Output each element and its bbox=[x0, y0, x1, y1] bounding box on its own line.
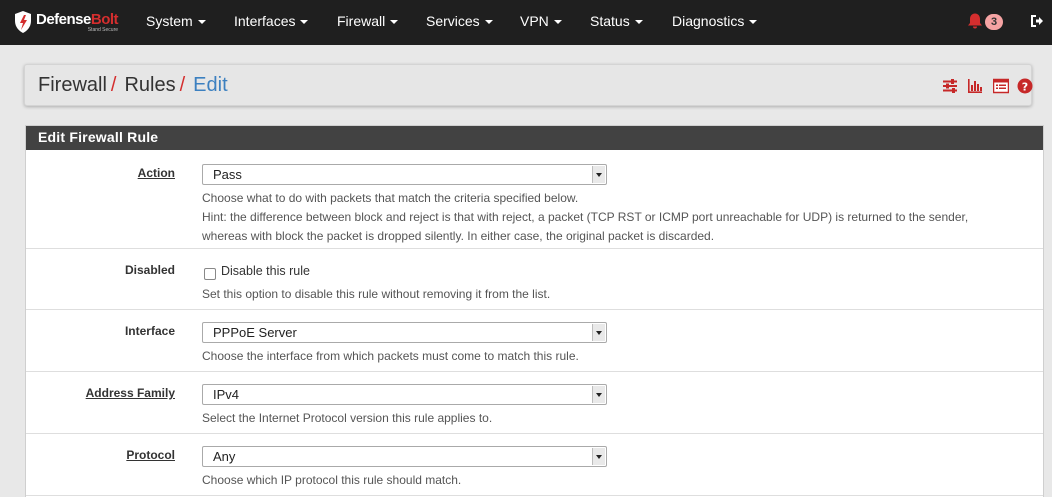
disable-rule-checkbox-label[interactable]: Disable this rule bbox=[221, 264, 310, 278]
nav-menu-services[interactable]: Services bbox=[426, 0, 493, 45]
nav-menu-label: Services bbox=[426, 13, 480, 29]
sliders-icon[interactable] bbox=[942, 78, 958, 94]
dropdown-arrow-icon bbox=[592, 386, 605, 403]
disabled-row: Disabled Disable this rule Set this opti… bbox=[26, 249, 1043, 310]
bell-icon[interactable] bbox=[966, 12, 984, 30]
dropdown-arrow-icon bbox=[592, 166, 605, 183]
interface-row: Interface PPPoE Server Choose the interf… bbox=[26, 310, 1043, 372]
notification-badge[interactable]: 3 bbox=[985, 14, 1003, 30]
nav-menu-status[interactable]: Status bbox=[590, 0, 643, 45]
breadcrumb-bar: Firewall / Rules / Edit ? bbox=[24, 64, 1033, 106]
dropdown-arrow-icon bbox=[592, 324, 605, 341]
action-row: Action Pass Choose what to do with packe… bbox=[26, 150, 1043, 249]
dropdown-arrow-icon bbox=[592, 448, 605, 465]
caret-down-icon bbox=[300, 20, 309, 25]
svg-text:?: ? bbox=[1022, 80, 1028, 93]
brand-name-part2: Bolt bbox=[90, 10, 119, 28]
top-navbar: DefenseBolt Stand Secure System Interfac… bbox=[0, 0, 1052, 45]
breadcrumb-edit[interactable]: Edit bbox=[193, 74, 227, 96]
action-help-line-1: Choose what to do with packets that matc… bbox=[202, 191, 579, 205]
caret-down-icon bbox=[634, 20, 643, 25]
address-family-select-value: IPv4 bbox=[213, 387, 240, 402]
shield-logo-icon bbox=[15, 11, 31, 33]
nav-menu-interfaces[interactable]: Interfaces bbox=[234, 0, 309, 45]
interface-select[interactable]: PPPoE Server bbox=[202, 322, 607, 343]
disabled-label: Disabled bbox=[124, 263, 175, 277]
action-select-value: Pass bbox=[213, 167, 242, 182]
breadcrumb-separator: / bbox=[110, 74, 117, 96]
nav-menu-label: Diagnostics bbox=[672, 13, 745, 29]
nav-menu-system[interactable]: System bbox=[146, 0, 206, 45]
protocol-select[interactable]: Any bbox=[202, 446, 607, 467]
action-help-line-3: whereas with block the packet is dropped… bbox=[202, 229, 715, 243]
caret-down-icon bbox=[197, 20, 206, 25]
panel-title: Edit Firewall Rule bbox=[26, 126, 1043, 150]
bar-chart-icon[interactable] bbox=[967, 78, 983, 94]
address-family-help: Select the Internet Protocol version thi… bbox=[202, 411, 493, 425]
edit-firewall-rule-panel: Edit Firewall Rule Action Pass Choose wh… bbox=[25, 125, 1044, 497]
protocol-select-value: Any bbox=[213, 449, 236, 464]
nav-menu-vpn[interactable]: VPN bbox=[520, 0, 562, 45]
protocol-label[interactable]: Protocol bbox=[126, 448, 175, 462]
address-family-select[interactable]: IPv4 bbox=[202, 384, 607, 405]
breadcrumb: Firewall / Rules / Edit bbox=[38, 65, 228, 105]
nav-menu-label: Interfaces bbox=[234, 13, 296, 29]
action-select[interactable]: Pass bbox=[202, 164, 607, 185]
address-family-label[interactable]: Address Family bbox=[86, 386, 175, 400]
action-help-line-2: Hint: the difference between block and r… bbox=[202, 210, 969, 224]
protocol-row: Protocol Any Choose which IP protocol th… bbox=[26, 434, 1043, 496]
interface-help: Choose the interface from which packets … bbox=[202, 349, 579, 363]
action-label[interactable]: Action bbox=[138, 166, 175, 180]
brand-name-part1: Defense bbox=[36, 10, 91, 28]
caret-down-icon bbox=[749, 20, 758, 25]
disabled-help: Set this option to disable this rule wit… bbox=[202, 287, 551, 301]
breadcrumb-firewall[interactable]: Firewall bbox=[38, 74, 107, 96]
caret-down-icon bbox=[484, 20, 493, 25]
nav-menu-diagnostics[interactable]: Diagnostics bbox=[672, 0, 758, 45]
breadcrumb-rules[interactable]: Rules bbox=[124, 74, 175, 96]
nav-menu-label: Status bbox=[590, 13, 630, 29]
caret-down-icon bbox=[553, 20, 562, 25]
help-icon[interactable]: ? bbox=[1017, 78, 1033, 94]
interface-label: Interface bbox=[124, 324, 175, 338]
nav-menu-label: VPN bbox=[520, 13, 549, 29]
disable-rule-checkbox[interactable] bbox=[204, 268, 216, 280]
sign-out-icon[interactable] bbox=[1030, 14, 1044, 28]
nav-menu-firewall[interactable]: Firewall bbox=[337, 0, 399, 45]
list-icon[interactable] bbox=[993, 78, 1009, 94]
brand-logo[interactable]: DefenseBolt Stand Secure bbox=[13, 6, 119, 38]
breadcrumb-separator: / bbox=[179, 74, 186, 96]
protocol-help: Choose which IP protocol this rule shoul… bbox=[202, 473, 462, 487]
interface-select-value: PPPoE Server bbox=[213, 325, 297, 340]
nav-menu-label: System bbox=[146, 13, 193, 29]
caret-down-icon bbox=[390, 20, 399, 25]
address-family-row: Address Family IPv4 Select the Internet … bbox=[26, 372, 1043, 434]
nav-menu-label: Firewall bbox=[337, 13, 386, 29]
brand-tagline: Stand Secure bbox=[87, 26, 119, 33]
